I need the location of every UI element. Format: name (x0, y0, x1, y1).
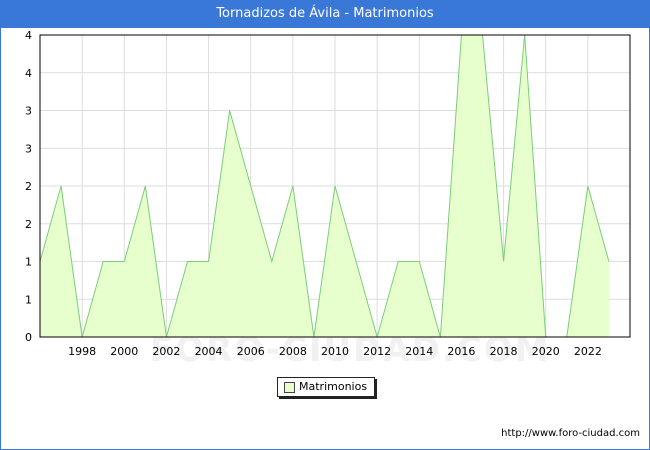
y-tick-label: 1 (25, 293, 32, 306)
x-tick-label: 2002 (152, 345, 180, 358)
x-tick-label: 2018 (490, 345, 518, 358)
x-tick-label: 2020 (532, 345, 560, 358)
x-tick-label: 2014 (405, 345, 433, 358)
y-tick-label: 2 (25, 218, 32, 231)
y-tick-label: 4 (25, 67, 32, 80)
x-tick-label: 2006 (237, 345, 265, 358)
x-tick-label: 2004 (195, 345, 223, 358)
legend: Matrimonios (277, 377, 375, 397)
y-tick-label: 3 (25, 142, 32, 155)
legend-swatch (284, 382, 295, 393)
x-tick-label: 2008 (279, 345, 307, 358)
y-tick-label: 3 (25, 105, 32, 118)
y-tick-label: 4 (25, 29, 32, 42)
x-tick-label: 2010 (321, 345, 349, 358)
x-tick-label: 2016 (447, 345, 475, 358)
y-tick-labels: 0 1 1 2 2 3 3 4 4 (25, 29, 32, 344)
y-tick-label: 0 (25, 331, 32, 344)
legend-label: Matrimonios (299, 380, 368, 393)
x-tick-label: 2022 (574, 345, 602, 358)
x-tick-label: 2012 (363, 345, 391, 358)
y-tick-label: 2 (25, 180, 32, 193)
source-url: http://www.foro-ciudad.com (501, 428, 640, 439)
x-tick-label: 1998 (68, 345, 96, 358)
x-tick-labels: 1998 2000 2002 2004 2006 2008 2010 2012 2014 2016… (68, 345, 602, 358)
x-tick-label: 2000 (110, 345, 138, 358)
y-tick-label: 1 (25, 256, 32, 269)
